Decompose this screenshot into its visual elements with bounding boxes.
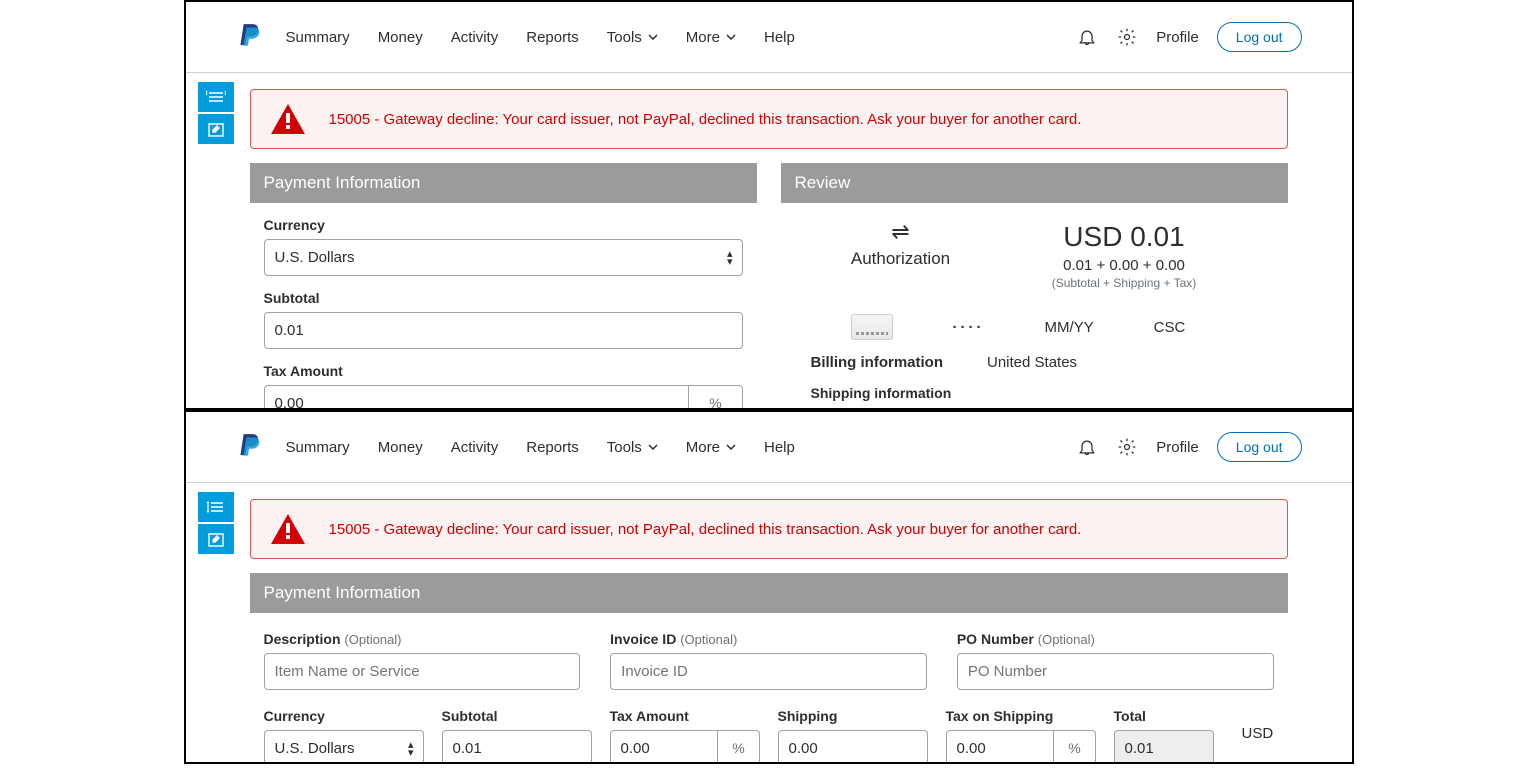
card-mask: ····: [953, 319, 985, 336]
nav-reports[interactable]: Reports: [526, 439, 579, 456]
po-label: PO Number (Optional): [957, 631, 1274, 647]
shipping-info-label: Shipping information: [811, 385, 1258, 401]
payment-info-wide-panel: Payment Information Description (Optiona…: [250, 573, 1288, 764]
shipping-input-w[interactable]: [778, 730, 928, 764]
taxship-pct-w[interactable]: %: [1054, 730, 1095, 764]
billing-value: United States: [987, 354, 1077, 371]
total-amount: USD 0.01: [991, 221, 1258, 253]
top-header: Summary Money Activity Reports Tools Mor…: [186, 2, 1352, 72]
total-input-w: [1114, 730, 1214, 764]
nav-summary[interactable]: Summary: [286, 439, 350, 456]
amount-breakdown: 0.01 + 0.00 + 0.00: [991, 257, 1258, 274]
subtotal-input-w[interactable]: [442, 730, 592, 764]
billing-label: Billing information: [811, 354, 944, 371]
tax-label: Tax Amount: [264, 363, 743, 379]
nav-activity[interactable]: Activity: [451, 29, 499, 46]
error-alert: 15005 - Gateway decline: Your card issue…: [250, 89, 1288, 149]
warning-icon: [271, 514, 305, 544]
nav-help[interactable]: Help: [764, 439, 795, 456]
gear-icon[interactable]: [1116, 26, 1138, 48]
payment-info-header: Payment Information: [250, 163, 757, 203]
bell-icon[interactable]: [1076, 26, 1098, 48]
profile-link[interactable]: Profile: [1156, 29, 1199, 46]
po-input[interactable]: [957, 653, 1274, 690]
logout-button[interactable]: Log out: [1217, 22, 1302, 52]
currency-label-w: Currency: [264, 708, 424, 724]
nav-money[interactable]: Money: [378, 29, 423, 46]
nav-tools[interactable]: Tools: [607, 29, 658, 46]
nav-more[interactable]: More: [686, 439, 736, 456]
payment-info-panel: Payment Information Currency U.S. Dollar…: [250, 163, 757, 410]
description-input[interactable]: [264, 653, 581, 690]
tax-pct-w[interactable]: %: [718, 730, 759, 764]
warning-icon: [271, 104, 305, 134]
nav-reports[interactable]: Reports: [526, 29, 579, 46]
paypal-logo: [236, 22, 262, 52]
breakdown-note: (Subtotal + Shipping + Tax): [991, 276, 1258, 290]
nav-summary[interactable]: Summary: [286, 29, 350, 46]
tax-input-w[interactable]: [610, 730, 719, 764]
bell-icon[interactable]: [1076, 436, 1098, 458]
chevron-down-icon: [648, 34, 658, 40]
error-alert: 15005 - Gateway decline: Your card issue…: [250, 499, 1288, 559]
exchange-icon: ⇌: [811, 221, 991, 243]
alert-message: 15005 - Gateway decline: Your card issue…: [329, 521, 1082, 538]
authorization-label: Authorization: [811, 249, 991, 269]
subtotal-label: Subtotal: [264, 290, 743, 306]
paypal-logo: [236, 432, 262, 462]
subtotal-label-w: Subtotal: [442, 708, 592, 724]
nav-tools[interactable]: Tools: [607, 439, 658, 456]
total-label-w: Total: [1114, 708, 1214, 724]
shipping-label-w: Shipping: [778, 708, 928, 724]
usd-suffix: USD: [1242, 725, 1274, 750]
gear-icon[interactable]: [1116, 436, 1138, 458]
tax-input[interactable]: [264, 385, 690, 410]
subtotal-input[interactable]: [264, 312, 743, 349]
top-header-2: Summary Money Activity Reports Tools Mor…: [186, 412, 1352, 482]
card-image-icon: [851, 314, 893, 340]
logout-button[interactable]: Log out: [1217, 432, 1302, 462]
nav-activity[interactable]: Activity: [451, 439, 499, 456]
tax-label-w: Tax Amount: [610, 708, 760, 724]
nav-money[interactable]: Money: [378, 439, 423, 456]
chevron-down-icon: [726, 34, 736, 40]
currency-select[interactable]: U.S. Dollars: [264, 239, 743, 276]
chevron-down-icon: [648, 444, 658, 450]
currency-label: Currency: [264, 217, 743, 233]
tax-pct-input[interactable]: %: [689, 385, 742, 410]
alert-message: 15005 - Gateway decline: Your card issue…: [329, 111, 1082, 128]
taxship-input-w[interactable]: [946, 730, 1055, 764]
currency-select-w[interactable]: U.S. Dollars: [264, 730, 424, 764]
nav-more[interactable]: More: [686, 29, 736, 46]
profile-link[interactable]: Profile: [1156, 439, 1199, 456]
card-expiry: MM/YY: [1044, 319, 1093, 336]
invoice-input[interactable]: [610, 653, 927, 690]
invoice-label: Invoice ID (Optional): [610, 631, 927, 647]
nav-help[interactable]: Help: [764, 29, 795, 46]
payment-info-header: Payment Information: [250, 573, 1288, 613]
description-label: Description (Optional): [264, 631, 581, 647]
chevron-down-icon: [726, 444, 736, 450]
card-csc: CSC: [1154, 319, 1186, 336]
review-header: Review: [781, 163, 1288, 203]
taxship-label-w: Tax on Shipping: [946, 708, 1096, 724]
review-panel: Review ⇌ Authorization USD 0.01 0.01 + 0…: [781, 163, 1288, 410]
